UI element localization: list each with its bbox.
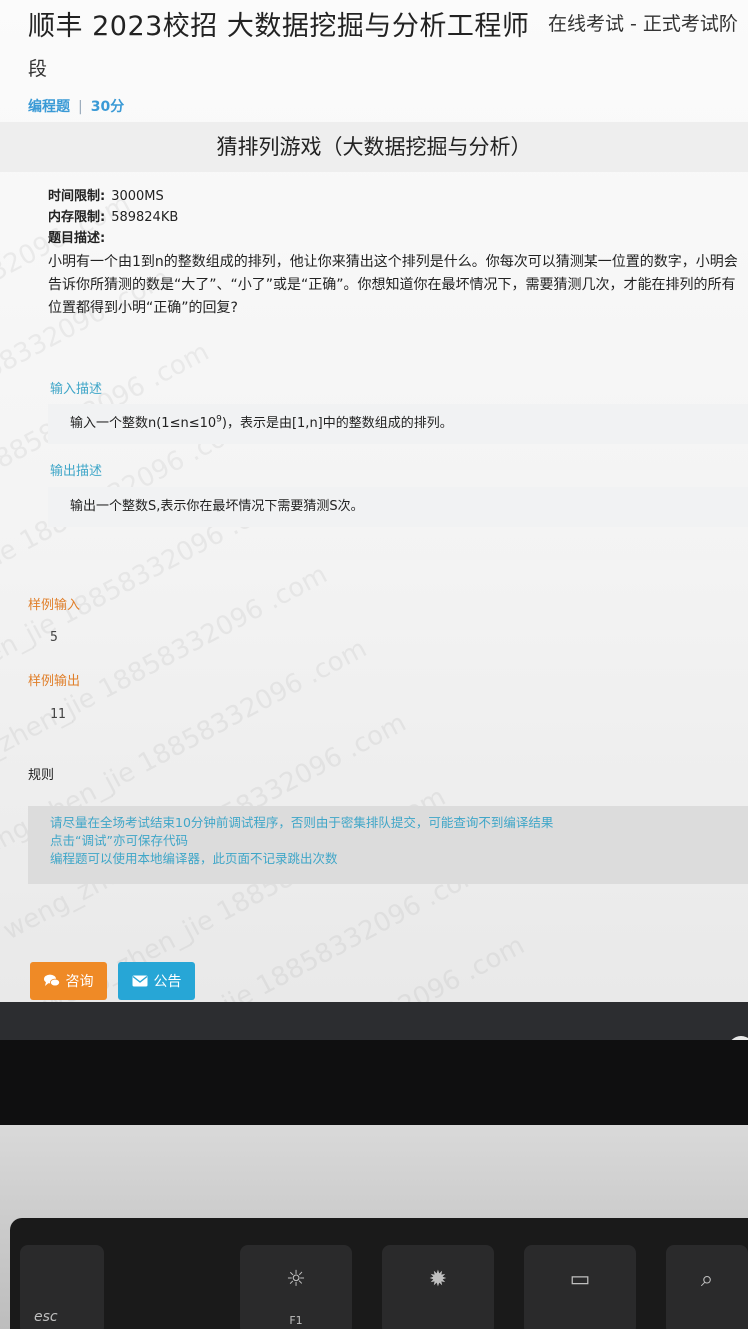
screen-footer-bar: ≡ [0, 1002, 748, 1040]
f1-key-label: F1 [289, 1314, 303, 1327]
envelope-icon [132, 975, 147, 987]
chat-bubbles-icon [43, 974, 60, 987]
description-label: 题目描述: [48, 231, 106, 246]
question-type: 编程题 [28, 99, 70, 115]
time-limit-row: 时间限制: 3000MS [48, 186, 748, 207]
keyboard [10, 1218, 748, 1329]
f4-key[interactable]: ⌕ [666, 1245, 748, 1329]
mission-control-icon: ▭ [569, 1267, 591, 1292]
rule-line: 点击“调试”亦可保存代码 [50, 833, 188, 848]
consult-button-label: 咨询 [65, 974, 94, 990]
esc-key[interactable]: esc [20, 1245, 104, 1329]
exam-title: 顺丰 2023校招 大数据挖掘与分析工程师 [28, 11, 530, 42]
description-label-row: 题目描述: [48, 228, 748, 249]
f3-key[interactable]: ▭ [524, 1245, 636, 1329]
rule-line: 编程题可以使用本地编译器，此页面不记录跳出次数 [50, 851, 338, 866]
brightness-low-icon: ☼ [286, 1267, 306, 1292]
input-description-box: 输入一个整数n(1≤n≤109)，表示是由[1,n]中的整数组成的排列。 [48, 404, 748, 444]
input-description-label: 输入描述 [50, 382, 103, 397]
laptop-screen: weng_zhen_jie 18858332096 .com weng_zhen… [0, 0, 748, 1040]
input-description-text: 输入一个整数n(1≤n≤10 [70, 416, 217, 431]
memory-limit-value: 589824KB [111, 210, 179, 225]
f1-key[interactable]: ☼ F1 [240, 1245, 352, 1329]
time-limit-value: 3000MS [111, 189, 164, 204]
sample-output-label: 样例输出 [28, 674, 81, 689]
rules-box: 请尽量在全场考试结束10分钟前调试程序，否则由于密集排队提交，可能查询不到编译结… [28, 806, 748, 884]
sample-output-value: 11 [50, 707, 66, 722]
question-description: 时间限制: 3000MS 内存限制: 589824KB 题目描述: 小明有一个由1到… [48, 186, 748, 320]
esc-key-label: esc [34, 1309, 58, 1325]
memory-limit-row: 内存限制: 589824KB [48, 207, 748, 228]
rule-line: 请尽量在全场考试结束10分钟前调试程序，否则由于密集排队提交，可能查询不到编译结… [50, 815, 554, 830]
f2-key[interactable]: ✹ [382, 1245, 494, 1329]
notice-button[interactable]: 公告 [118, 962, 195, 1000]
memory-limit-label: 内存限制: [48, 210, 106, 225]
rules-heading: 规则 [28, 768, 55, 783]
exam-mode: 在线考试 - 正式考试阶 [548, 13, 738, 35]
output-description-text: 输出一个整数S,表示你在最坏情况下需要猜测S次。 [70, 499, 364, 514]
laptop-bezel [0, 1040, 748, 1130]
watermark-line: weng_zhen_jie 18858332096 .com [37, 781, 451, 1021]
notice-button-label: 公告 [153, 974, 182, 990]
description-text: 小明有一个由1到n的整数组成的排列，他让你来猜出这个排列是什么。你每次可以猜测某… [48, 254, 738, 316]
sample-input-value: 5 [50, 630, 58, 645]
question-score: 30分 [90, 99, 125, 115]
page-header: 顺丰 2023校招 大数据挖掘与分析工程师 在线考试 - 正式考试阶 段 [0, 0, 748, 92]
question-meta: 编程题 | 30分 [28, 96, 124, 116]
search-icon: ⌕ [700, 1267, 714, 1292]
sample-input-label: 样例输入 [28, 598, 81, 613]
exam-mode-wrap: 段 [28, 58, 48, 80]
question-title: 猜排列游戏（大数据挖掘与分析） [0, 122, 748, 172]
consult-button[interactable]: 咨询 [30, 962, 107, 1000]
brightness-high-icon: ✹ [428, 1267, 448, 1292]
input-description-text-tail: )，表示是由[1,n]中的整数组成的排列。 [221, 416, 453, 431]
meta-separator: | [78, 99, 83, 115]
output-description-label: 输出描述 [50, 464, 103, 479]
time-limit-label: 时间限制: [48, 189, 106, 204]
output-description-box: 输出一个整数S,表示你在最坏情况下需要猜测S次。 [48, 487, 748, 527]
